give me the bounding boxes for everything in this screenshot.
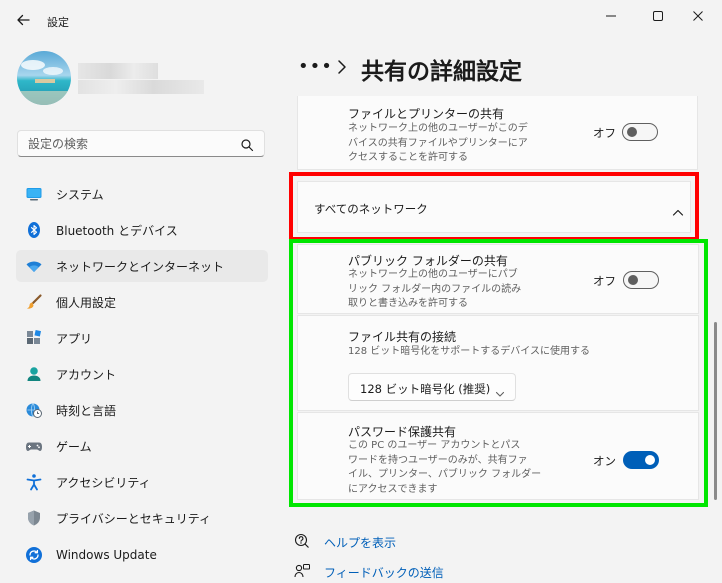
content-scrollbar[interactable] [714, 322, 717, 500]
toggle-state-label: オフ [593, 274, 616, 288]
sidebar-item-time-language[interactable]: 時刻と言語 [16, 394, 268, 426]
row-title: パスワード保護共有 [348, 425, 457, 439]
close-icon [693, 11, 703, 21]
sidebar-item-label: 個人用設定 [56, 295, 117, 310]
help-icon [294, 533, 310, 553]
help-link[interactable]: ヘルプを表示 [324, 534, 396, 551]
person-icon [25, 365, 43, 383]
page-title: 共有の詳細設定 [361, 59, 522, 85]
bluetooth-icon [25, 221, 43, 239]
apps-icon [25, 329, 43, 347]
title-bar: 設定 [0, 0, 722, 40]
avatar[interactable] [17, 51, 71, 105]
close-button[interactable] [684, 6, 712, 26]
accessibility-icon [25, 473, 43, 491]
sidebar-item-label: アクセシビリティ [56, 475, 151, 490]
gamepad-icon [25, 437, 43, 455]
sidebar-item-label: ネットワークとインターネット [56, 259, 225, 274]
sidebar-item-accessibility[interactable]: アクセシビリティ [16, 466, 268, 498]
sidebar-item-label: ゲーム [56, 439, 92, 454]
window-title: 設定 [47, 16, 69, 29]
public-folder-sharing-row: パブリック フォルダーの共有 ネットワーク上の他のユーザーにパブ リック フォル… [297, 244, 699, 314]
sidebar-item-bluetooth[interactable]: Bluetooth とデバイス [16, 214, 268, 246]
row-title: ファイル共有の接続 [348, 330, 457, 344]
shield-icon [25, 509, 43, 527]
row-title: ファイルとプリンターの共有 [348, 107, 505, 121]
sidebar-item-label: Bluetooth とデバイス [56, 223, 178, 238]
sidebar-item-label: 時刻と言語 [56, 403, 117, 418]
feedback-icon [294, 563, 310, 583]
file-printer-sharing-row: ファイルとプリンターの共有 ネットワーク上の他のユーザーがこのデ バイスの共有フ… [297, 96, 698, 170]
brush-icon [25, 293, 43, 311]
row-description: ネットワーク上の他のユーザーにパブ リック フォルダー内のファイルの読み 取りと… [348, 269, 522, 309]
search-icon[interactable] [240, 137, 254, 152]
password-protected-sharing-toggle[interactable] [623, 451, 659, 469]
row-description: 128 ビット暗号化をサポートするデバイスに使用する [348, 346, 590, 357]
wifi-icon [25, 257, 43, 275]
sidebar-item-accounts[interactable]: アカウント [16, 358, 268, 390]
row-description: ネットワーク上の他のユーザーがこのデ バイスの共有ファイルやプリンターにア クセ… [348, 123, 528, 163]
sidebar-item-windows-update[interactable]: Windows Update [16, 539, 268, 571]
settings-search[interactable] [17, 130, 265, 157]
monitor-icon [25, 185, 43, 203]
breadcrumb-overflow[interactable]: ••• [298, 56, 333, 77]
sidebar-item-label: Windows Update [56, 548, 157, 562]
sidebar-item-gaming[interactable]: ゲーム [16, 430, 268, 462]
chevron-down-icon [495, 383, 505, 402]
public-folder-sharing-toggle[interactable] [623, 271, 659, 289]
all-networks-header[interactable]: すべてのネットワーク [297, 181, 691, 233]
sidebar-item-network[interactable]: ネットワークとインターネット [16, 250, 268, 282]
sidebar-item-system[interactable]: システム [16, 178, 268, 210]
dropdown-selected-value: 128 ビット暗号化 (推奨) [360, 382, 491, 396]
update-icon [25, 546, 43, 564]
row-description: この PC のユーザー アカウントとパス ワードを持つユーザーのみが、共有ファ … [348, 440, 542, 495]
maximize-icon [653, 11, 663, 21]
sidebar-item-label: システム [56, 187, 104, 202]
sidebar-item-label: プライバシーとセキュリティ [56, 511, 212, 526]
chevron-right-icon [336, 58, 348, 76]
encryption-dropdown[interactable]: 128 ビット暗号化 (推奨) [348, 373, 516, 401]
file-printer-sharing-toggle[interactable] [622, 123, 658, 141]
sidebar-item-privacy-security[interactable]: プライバシーとセキュリティ [16, 502, 268, 534]
minimize-button[interactable] [597, 6, 625, 26]
password-protected-sharing-row: パスワード保護共有 この PC のユーザー アカウントとパス ワードを持つユーザ… [297, 412, 699, 500]
back-arrow-icon[interactable] [14, 11, 32, 29]
blurred-email [78, 80, 204, 94]
section-title: すべてのネットワーク [314, 202, 428, 216]
maximize-button[interactable] [644, 6, 672, 26]
minimize-icon [606, 15, 616, 17]
toggle-state-label: オン [593, 454, 616, 468]
chevron-up-icon[interactable] [672, 203, 684, 222]
clock-globe-icon [25, 401, 43, 419]
sidebar-item-apps[interactable]: アプリ [16, 322, 268, 354]
toggle-state-label: オフ [593, 126, 616, 140]
search-input[interactable] [18, 131, 228, 156]
row-title: パブリック フォルダーの共有 [348, 254, 508, 268]
highlight-red-box: すべてのネットワーク [289, 172, 699, 241]
highlight-green-box: パブリック フォルダーの共有 ネットワーク上の他のユーザーにパブ リック フォル… [289, 239, 708, 507]
feedback-link[interactable]: フィードバックの送信 [324, 564, 444, 581]
sidebar-item-personalization[interactable]: 個人用設定 [16, 286, 268, 318]
sidebar-item-label: アプリ [56, 331, 93, 346]
blurred-username [78, 63, 158, 79]
sidebar-item-label: アカウント [56, 367, 117, 382]
file-sharing-connections-row: ファイル共有の接続 128 ビット暗号化をサポートするデバイスに使用する 128… [297, 315, 699, 411]
